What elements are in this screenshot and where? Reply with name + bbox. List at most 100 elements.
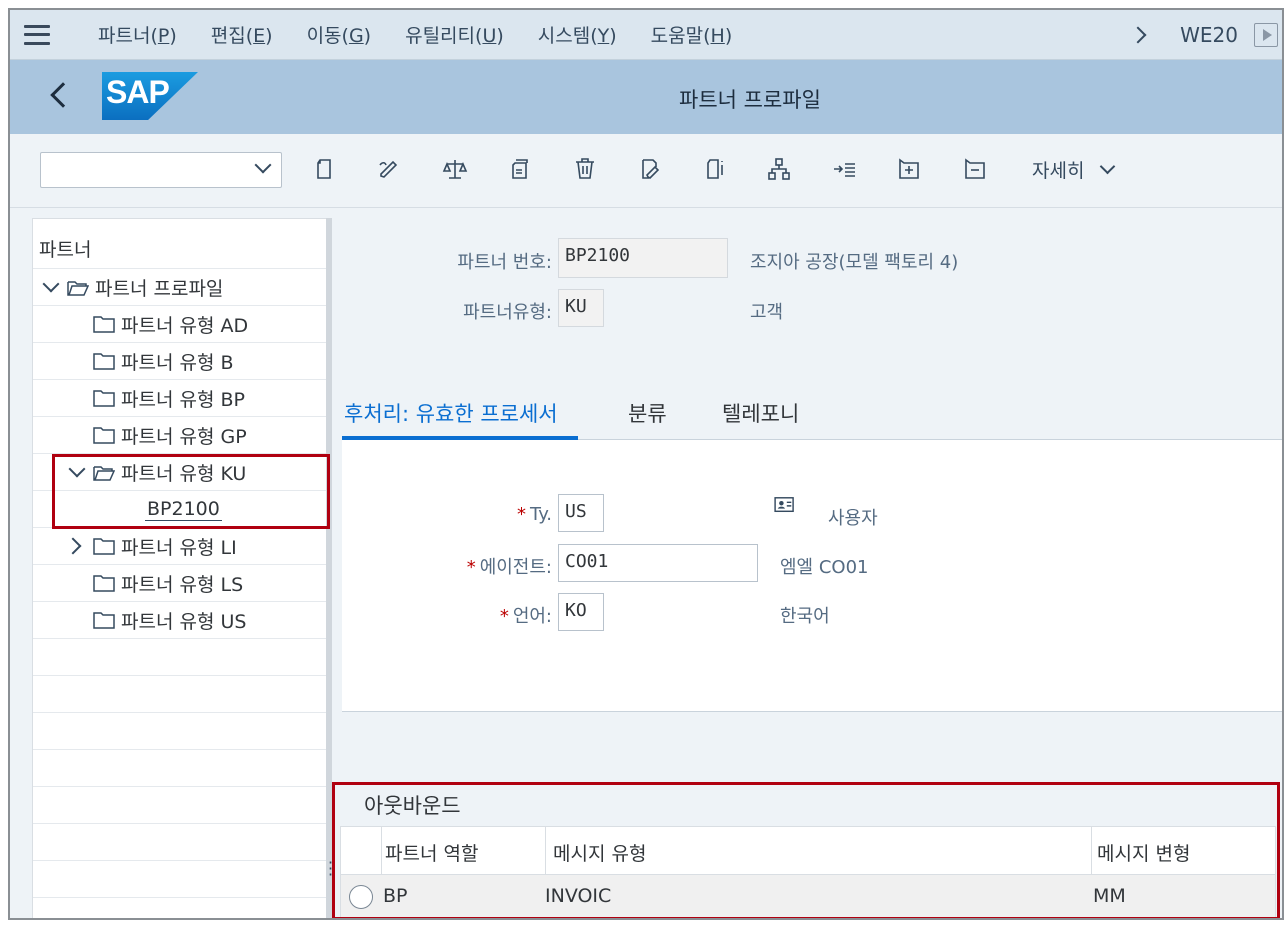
chevron-down-icon[interactable] (68, 460, 86, 478)
tree-empty-row (33, 787, 327, 824)
tab-telephony[interactable]: 텔레포니 (722, 398, 799, 428)
tree-empty-row (33, 861, 327, 898)
add-row-icon[interactable] (894, 154, 924, 184)
agent-desc: 엠엘 CO01 (780, 557, 869, 578)
language-desc: 한국어 (780, 606, 830, 627)
outbound-table-header: 파트너 역할 메시지 유형 메시지 변형 (341, 827, 1275, 875)
agent-field[interactable]: CO01 (558, 544, 758, 582)
agent-label: * 에이전트: (466, 557, 552, 578)
toolbar: 자세히 (10, 134, 1282, 208)
menu-edit[interactable]: 편집(E) (211, 21, 273, 48)
folder-icon (93, 537, 115, 555)
tree-scrollbar[interactable] (326, 218, 332, 918)
ty-field[interactable]: US (558, 494, 604, 532)
column-message-variant[interactable]: 메시지 변형 (1097, 839, 1190, 866)
user-card-icon (774, 496, 798, 516)
tree-empty-row (33, 713, 327, 750)
menubar-right: WE20 (1129, 10, 1282, 60)
more-button[interactable]: 자세히 (1032, 156, 1116, 183)
menu-bar: 파트너(P) 편집(E) 이동(G) 유틸리티(U) 시스템(Y) 도움말(H)… (10, 10, 1282, 60)
folder-icon (93, 574, 115, 592)
copy-icon[interactable] (504, 154, 534, 184)
tab-bar: 후처리: 유효한 프로세서 분류 텔레포니 (342, 388, 1282, 440)
expand-list-icon[interactable] (830, 154, 860, 184)
tab-classification[interactable]: 분류 (628, 398, 667, 428)
outbound-table: 파트너 역할 메시지 유형 메시지 변형 BP INVOIC MM (340, 826, 1276, 918)
hierarchy-icon[interactable] (764, 154, 794, 184)
folder-icon (93, 426, 115, 444)
tree-node-bp[interactable]: 파트너 유형 BP (33, 380, 327, 417)
menu-system[interactable]: 시스템(Y) (538, 21, 617, 48)
partner-number-label: 파트너 번호: (457, 252, 552, 273)
partner-tree: 파트너 파트너 프로파일 파트너 유형 AD 파트너 유형 B 파트너 유형 B… (32, 218, 328, 918)
tree-empty-row (33, 676, 327, 713)
compare-scale-icon[interactable] (440, 154, 470, 184)
cell-message-variant: MM (1093, 885, 1126, 907)
cell-message-type: INVOIC (545, 885, 612, 907)
menu-utilities[interactable]: 유틸리티(U) (405, 21, 504, 48)
chevron-down-icon (1100, 158, 1116, 175)
sap-window: 파트너(P) 편집(E) 이동(G) 유틸리티(U) 시스템(Y) 도움말(H)… (8, 8, 1284, 920)
new-document-icon[interactable] (310, 154, 340, 184)
language-field[interactable]: KO (558, 593, 604, 631)
table-row[interactable]: BP INVOIC MM (341, 875, 1275, 918)
partner-type-field[interactable]: KU (558, 289, 604, 327)
language-label: * 언어: (499, 606, 552, 627)
page-title: 파트너 프로파일 (679, 88, 821, 112)
column-separator (1091, 827, 1092, 875)
chevron-right-icon[interactable] (64, 537, 82, 555)
folder-icon (93, 389, 115, 407)
column-partner-role[interactable]: 파트너 역할 (385, 839, 478, 866)
tree-node-us[interactable]: 파트너 유형 US (33, 602, 327, 639)
tree-empty-row (33, 824, 327, 861)
tab-post-processing[interactable]: 후처리: 유효한 프로세서 (344, 398, 558, 428)
column-separator (381, 827, 382, 875)
folder-icon (93, 611, 115, 629)
edit-pen-icon[interactable] (374, 154, 404, 184)
column-separator (545, 827, 546, 875)
outbound-title: 아웃바운드 (364, 794, 461, 818)
tree-node-b[interactable]: 파트너 유형 B (33, 343, 327, 380)
delete-trash-icon[interactable] (570, 154, 600, 184)
menu-goto[interactable]: 이동(G) (307, 21, 372, 48)
tree-node-bp2100[interactable]: BP2100 (33, 491, 327, 528)
partner-number-field[interactable]: BP2100 (558, 238, 728, 278)
partner-number-desc: 조지아 공장(모델 팩토리 4) (750, 252, 959, 273)
remove-row-icon[interactable] (960, 154, 990, 184)
post-processing-panel: * Ty. US 사용자 * 에이전트: CO01 엠엘 CO01 * 언어: KO … (342, 440, 1282, 712)
menu-help[interactable]: 도움말(H) (651, 21, 733, 48)
tree-node-li[interactable]: 파트너 유형 LI (33, 528, 327, 565)
menu-items: 파트너(P) 편집(E) 이동(G) 유틸리티(U) 시스템(Y) 도움말(H) (98, 21, 766, 48)
ty-label: * Ty. (517, 504, 552, 525)
tree-node-ad[interactable]: 파트너 유형 AD (33, 306, 327, 343)
chevron-right-icon[interactable] (1129, 26, 1147, 44)
folder-icon (93, 352, 115, 370)
info-icon[interactable] (700, 154, 730, 184)
row-select-radio[interactable] (349, 885, 373, 909)
change-icon[interactable] (634, 154, 664, 184)
tree-node-gp[interactable]: 파트너 유형 GP (33, 417, 327, 454)
tree-node-ku[interactable]: 파트너 유형 KU (33, 454, 327, 491)
chevron-down-icon[interactable] (42, 275, 60, 293)
tree-node-ls[interactable]: 파트너 유형 LS (33, 565, 327, 602)
tree-header: 파트너 (33, 219, 327, 269)
ty-desc: 사용자 (828, 508, 878, 529)
chevron-down-icon (254, 156, 272, 174)
tree-empty-row (33, 639, 327, 676)
partner-type-label: 파트너유형: (463, 302, 552, 323)
folder-icon (93, 315, 115, 333)
tree-node-root[interactable]: 파트너 프로파일 (33, 269, 327, 306)
folder-open-icon (67, 278, 90, 296)
column-message-type[interactable]: 메시지 유형 (553, 839, 646, 866)
hamburger-menu-icon[interactable] (24, 24, 50, 45)
shell-header: SAP 파트너 프로파일 (10, 60, 1282, 134)
transaction-code[interactable]: WE20 (1180, 23, 1238, 47)
partner-type-desc: 고객 (750, 302, 784, 323)
toolbar-select[interactable] (40, 152, 282, 188)
menu-partner[interactable]: 파트너(P) (98, 21, 177, 48)
cell-partner-role: BP (383, 885, 408, 907)
splitter-handle-icon[interactable]: · · · (328, 855, 333, 883)
folder-open-icon (93, 463, 116, 481)
tree-empty-row (33, 750, 327, 787)
execute-icon[interactable] (1254, 23, 1278, 47)
